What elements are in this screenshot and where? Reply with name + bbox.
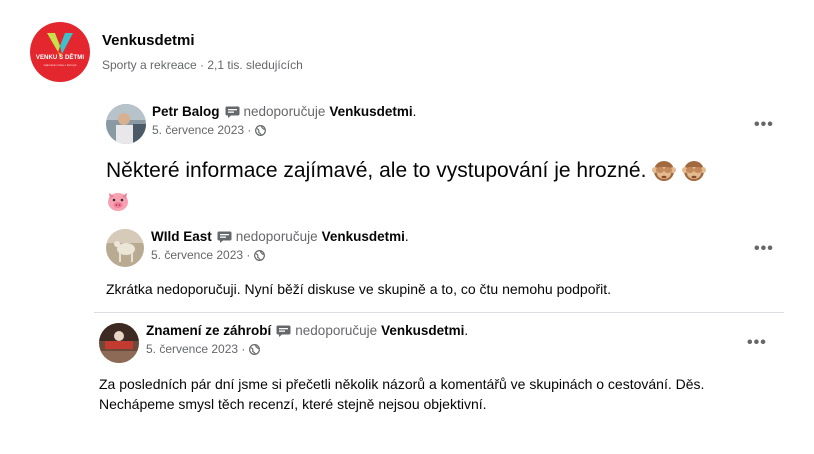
- page-logo[interactable]: VENKU S DĚTMI zajímavá místa v Evropě: [30, 22, 90, 82]
- globe-icon: [255, 124, 267, 136]
- review-item: Znamení ze záhrobí nedoporučuje Venkusde…: [99, 323, 468, 363]
- see-no-evil-monkey-icon: [682, 161, 707, 182]
- review-title-line: Petr Balog nedoporučuje Venkusdetmi.: [152, 104, 417, 119]
- globe-icon: [249, 343, 261, 355]
- not-recommend-icon: [225, 106, 240, 118]
- review-date[interactable]: 5. července 2023 ·: [146, 342, 245, 356]
- page-header: VENKU S DĚTMI zajímavá místa v Evropě Ve…: [30, 22, 303, 82]
- v-logo-icon: [47, 33, 73, 58]
- more-options-button[interactable]: •••: [754, 116, 774, 134]
- review-date-line: 5. července 2023 ·: [152, 123, 416, 137]
- review-target[interactable]: Venkusdetmi: [381, 323, 464, 338]
- review-date[interactable]: 5. července 2023 ·: [151, 248, 250, 262]
- review-verb: nedoporučuje: [243, 104, 326, 119]
- not-recommend-icon: [276, 325, 291, 337]
- globe-icon: [254, 249, 266, 261]
- review-verb: nedoporučuje: [235, 229, 318, 244]
- review-header: Znamení ze záhrobí nedoporučuje Venkusde…: [99, 323, 468, 363]
- review-header: WIld East nedoporučuje Venkusdetmi. 5. č…: [106, 229, 409, 267]
- review-text-line: Nechápeme smysl těch recenzí, které stej…: [99, 396, 487, 412]
- review-author[interactable]: WIld East: [151, 229, 212, 244]
- review-author[interactable]: Znamení ze záhrobí: [146, 323, 271, 338]
- logo-subtext: zajímavá místa v Evropě: [43, 63, 77, 67]
- more-options-button[interactable]: •••: [747, 334, 767, 352]
- review-text: Zkrátka nedoporučuji. Nyní běží diskuse …: [106, 281, 612, 297]
- logo-text: VENKU S DĚTMI: [35, 55, 85, 61]
- review-text: Za posledních pár dní jsme si přečetli n…: [99, 374, 799, 414]
- review-date[interactable]: 5. července 2023 ·: [152, 123, 251, 137]
- review-verb: nedoporučuje: [295, 323, 378, 338]
- review-date-line: 5. července 2023 ·: [146, 342, 468, 356]
- review-header: Petr Balog nedoporučuje Venkusdetmi. 5. …: [106, 104, 416, 144]
- review-item: Petr Balog nedoporučuje Venkusdetmi. 5. …: [106, 104, 416, 144]
- review-date-line: 5. července 2023 ·: [151, 248, 409, 262]
- review-title-line: WIld East nedoporučuje Venkusdetmi.: [151, 229, 409, 244]
- review-target[interactable]: Venkusdetmi: [322, 229, 405, 244]
- review-text-content: Některé informace zajímavé, ale to vystu…: [106, 159, 647, 182]
- avatar[interactable]: [99, 323, 139, 363]
- not-recommend-icon: [217, 231, 232, 243]
- review-target[interactable]: Venkusdetmi: [329, 104, 412, 119]
- page-info: Venkusdetmi Sporty a rekreace · 2,1 tis.…: [102, 32, 303, 72]
- review-text: Některé informace zajímavé, ale to vystu…: [106, 156, 786, 216]
- divider: [94, 312, 784, 313]
- review-text-line: Za posledních pár dní jsme si přečetli n…: [99, 376, 705, 392]
- review-author[interactable]: Petr Balog: [152, 104, 220, 119]
- page-meta: Sporty a rekreace · 2,1 tis. sledujících: [102, 58, 303, 72]
- avatar[interactable]: [106, 104, 146, 144]
- review-title-line: Znamení ze záhrobí nedoporučuje Venkusde…: [146, 323, 469, 338]
- pig-face-icon: [108, 193, 128, 212]
- more-options-button[interactable]: •••: [754, 240, 774, 258]
- page-name[interactable]: Venkusdetmi: [102, 32, 303, 49]
- review-item: WIld East nedoporučuje Venkusdetmi. 5. č…: [106, 229, 409, 267]
- see-no-evil-monkey-icon: [652, 161, 677, 182]
- avatar[interactable]: [106, 229, 144, 267]
